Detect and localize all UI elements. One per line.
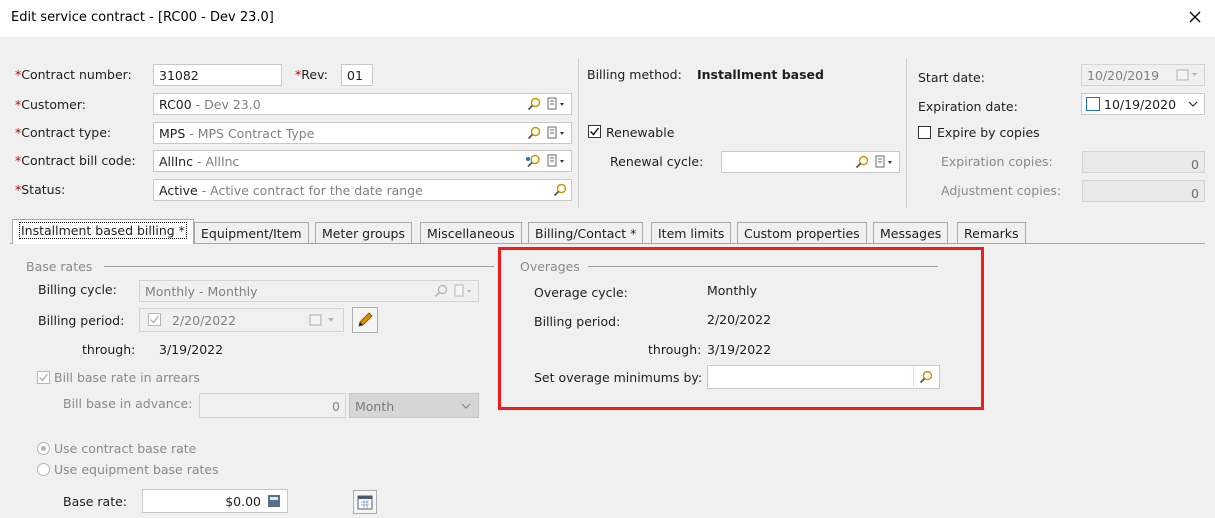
- tab-equipment-item[interactable]: Equipment/Item: [194, 222, 309, 243]
- calculator-icon[interactable]: [267, 494, 281, 508]
- base-rate-field[interactable]: $0.00: [142, 489, 288, 513]
- expire-by-copies-label: Expire by copies: [937, 125, 1040, 140]
- base-rates-group-label: Base rates: [26, 259, 93, 274]
- start-date-field[interactable]: 10/20/2019: [1081, 64, 1205, 86]
- search-multi-icon[interactable]: [523, 154, 541, 168]
- pencil-icon: [358, 312, 373, 327]
- search-icon[interactable]: [553, 183, 567, 197]
- divider: [906, 58, 907, 208]
- billing-cycle-field[interactable]: Monthly - Monthly: [139, 280, 479, 302]
- renewable-label: Renewable: [606, 125, 675, 140]
- billing-method-value: Installment based: [697, 67, 824, 82]
- calendar-icon: [357, 495, 373, 510]
- lookup-menu-icon[interactable]: [547, 154, 567, 168]
- tab-billing-contact[interactable]: Billing/Contact *: [528, 222, 644, 243]
- adjustment-copies-field[interactable]: 0: [1082, 180, 1205, 202]
- search-icon[interactable]: [434, 284, 448, 298]
- base-rate-label: Base rate:: [63, 494, 128, 509]
- contract-type-field[interactable]: MPS - MPS Contract Type: [153, 122, 572, 144]
- bill-in-arrears-label: Bill base rate in arrears: [54, 370, 200, 385]
- lookup-menu-icon[interactable]: [547, 97, 567, 111]
- highlight-box: [498, 247, 984, 410]
- adjustment-copies-label: Adjustment copies:: [941, 183, 1062, 198]
- bill-in-advance-field[interactable]: 0: [199, 393, 346, 418]
- status-label: *Status:: [15, 182, 66, 197]
- billing-period-checkbox[interactable]: [148, 313, 161, 326]
- checkmark-icon: [590, 127, 600, 136]
- renewal-cycle-field[interactable]: [721, 151, 900, 173]
- tab-item-limits[interactable]: Item limits: [651, 222, 732, 243]
- window-title: Edit service contract - [RC00 - Dev 23.0…: [11, 10, 274, 25]
- calendar-dropdown-icon[interactable]: [1176, 69, 1200, 81]
- expiration-copies-label: Expiration copies:: [941, 154, 1053, 169]
- expiration-date-checkbox[interactable]: [1086, 97, 1100, 111]
- close-icon[interactable]: [1184, 6, 1206, 28]
- tab-messages[interactable]: Messages: [873, 222, 949, 243]
- use-contract-rate-radio[interactable]: [37, 442, 50, 455]
- bill-in-arrears-checkbox[interactable]: [37, 371, 50, 384]
- tab-meter-groups[interactable]: Meter groups: [315, 222, 412, 243]
- expiration-date-label: Expiration date:: [918, 99, 1018, 114]
- tab-installment-based-billing[interactable]: Installment based billing *: [12, 219, 194, 244]
- rev-field[interactable]: 01: [341, 64, 373, 86]
- rate-calendar-button[interactable]: [353, 490, 377, 514]
- use-equipment-rates-label: Use equipment base rates: [54, 462, 219, 477]
- search-icon[interactable]: [855, 155, 869, 169]
- title-bar: Edit service contract - [RC00 - Dev 23.0…: [0, 0, 1215, 37]
- search-icon[interactable]: [527, 97, 541, 111]
- contract-number-label: *Contract number:: [15, 67, 132, 82]
- use-equipment-rates-radio[interactable]: [37, 463, 50, 476]
- bill-code-field[interactable]: AllInc - AllInc: [153, 150, 572, 172]
- status-field[interactable]: Active - Active contract for the date ra…: [153, 179, 572, 201]
- contract-number-field[interactable]: 31082: [153, 64, 282, 86]
- renewable-checkbox[interactable]: [588, 125, 601, 138]
- customer-field[interactable]: RC00 - Dev 23.0: [153, 93, 572, 115]
- billing-cycle-label: Billing cycle:: [38, 282, 117, 297]
- checkmark-icon: [39, 373, 49, 382]
- base-through-value: 3/19/2022: [159, 342, 224, 357]
- chevron-down-icon: [461, 403, 471, 409]
- lookup-menu-icon[interactable]: [547, 126, 567, 140]
- bill-code-label: *Contract bill code:: [15, 153, 136, 168]
- base-through-label: through:: [82, 342, 136, 357]
- checkmark-icon: [150, 315, 160, 324]
- rev-label: *Rev:: [295, 67, 328, 82]
- search-icon[interactable]: [527, 126, 541, 140]
- calendar-dropdown-icon[interactable]: [309, 314, 339, 326]
- expiration-copies-field[interactable]: 0: [1082, 151, 1205, 173]
- tab-custom-properties[interactable]: Custom properties: [737, 222, 867, 243]
- billing-period-label: Billing period:: [38, 313, 125, 328]
- contract-type-label: *Contract type:: [15, 125, 112, 140]
- use-contract-rate-label: Use contract base rate: [54, 441, 197, 456]
- edit-period-button[interactable]: [352, 307, 378, 333]
- billing-method-label: Billing method:: [587, 67, 682, 82]
- billing-period-field[interactable]: 2/20/2022: [139, 308, 344, 332]
- expire-by-copies-checkbox[interactable]: [918, 126, 931, 139]
- lookup-menu-icon[interactable]: [875, 155, 895, 169]
- customer-label: *Customer:: [15, 97, 86, 112]
- tab-remarks[interactable]: Remarks: [957, 222, 1026, 243]
- divider: [578, 58, 579, 208]
- lookup-menu-icon[interactable]: [454, 284, 474, 298]
- renewal-cycle-label: Renewal cycle:: [610, 154, 704, 169]
- expiration-date-field[interactable]: 10/19/2020: [1081, 93, 1205, 115]
- chevron-down-icon[interactable]: [1187, 98, 1199, 110]
- start-date-label: Start date:: [918, 70, 985, 85]
- group-divider: [104, 266, 494, 267]
- bill-in-advance-label: Bill base in advance:: [63, 396, 193, 411]
- tab-miscellaneous[interactable]: Miscellaneous: [420, 222, 522, 243]
- advance-unit-select[interactable]: Month: [349, 393, 479, 418]
